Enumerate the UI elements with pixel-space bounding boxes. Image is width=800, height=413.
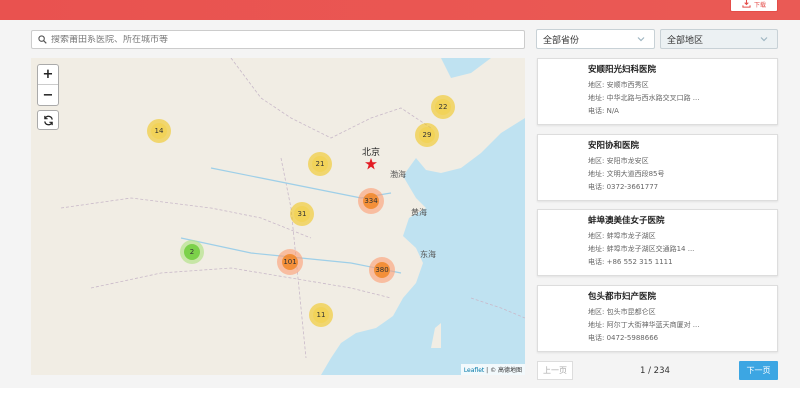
hospital-phone: 电话: +86 552 315 1111 [588,258,673,266]
download-icon [742,0,751,8]
map-cluster[interactable]: 11 [309,303,333,327]
map-cluster[interactable]: 380 [369,257,395,283]
hospital-address: 地址: 阿尔丁大街神华蓝天商厦对 ... [588,321,700,329]
beijing-label: 北京 [362,148,381,158]
province-select-value: 全部省份 [543,35,580,46]
footer [0,388,800,413]
map-cluster[interactable]: 29 [415,123,439,147]
hospital-phone: 电话: N/A [588,107,619,115]
hospital-name: 安阳协和医院 [588,141,640,151]
cluster-count: 101 [282,254,298,270]
cluster-count: 31 [294,206,310,222]
chevron-down-icon [637,37,645,42]
hospital-phone: 电话: 0372-3661777 [588,183,659,191]
next-page-button[interactable]: 下一页 [739,361,778,380]
bohai-label: 渤海 [390,170,406,179]
map-cluster[interactable]: 22 [431,95,455,119]
hospital-name: 包头都市妇产医院 [588,292,657,302]
cluster-count: 29 [419,127,435,143]
province-select[interactable]: 全部省份 [536,29,655,49]
hospital-card[interactable]: 安阳协和医院 地区: 安阳市龙安区 地址: 文明大道西段85号 电话: 0372… [537,134,778,201]
zoom-control: + − [37,64,59,106]
hospital-district: 地区: 安阳市龙安区 [588,157,649,165]
cluster-count: 22 [435,99,451,115]
map-view[interactable]: + − 北京 渤海 黄海 东海 14 22 29 21 334 31 2 101… [31,58,525,375]
hospital-card[interactable]: 蚌埠澳美佳女子医院 地区: 蚌埠市龙子湖区 地址: 蚌埠市龙子湖区交通路14 .… [537,209,778,276]
cluster-count: 380 [374,262,390,278]
hospital-name: 蚌埠澳美佳女子医院 [588,216,665,226]
hospital-card[interactable]: 包头都市妇产医院 地区: 包头市昆都仑区 地址: 阿尔丁大街神华蓝天商厦对 ..… [537,285,778,352]
map-cluster[interactable]: 334 [358,188,384,214]
attribution-text: | © 高德地图 [484,367,522,374]
map-cluster[interactable]: 31 [290,202,314,226]
hospital-name: 安顺阳光妇科医院 [588,65,657,75]
zoom-in-button[interactable]: + [38,65,58,85]
hospital-district: 地区: 包头市昆都仑区 [588,308,656,316]
leaflet-link[interactable]: Leaflet [464,367,484,374]
prev-page-button[interactable]: 上一页 [537,361,573,380]
cluster-count: 2 [184,244,200,260]
cluster-count: 334 [363,193,379,209]
download-button[interactable]: 下载 [730,0,778,12]
huanghai-label: 黄海 [411,208,427,217]
capital-star-icon [365,158,377,170]
region-select-value: 全部地区 [667,35,704,46]
hospital-phone: 电话: 0472-5988666 [588,334,659,342]
map-cluster[interactable]: 21 [308,152,332,176]
download-label: 下载 [753,1,766,9]
hospital-address: 地址: 文明大道西段85号 [588,170,665,178]
hospital-card[interactable]: 安顺阳光妇科医院 地区: 安顺市西秀区 地址: 中华北路与西水路交叉口路 ...… [537,58,778,125]
map-cluster[interactable]: 14 [147,119,171,143]
map-attribution: Leaflet | © 高德地图 [460,364,525,375]
refresh-icon [43,115,53,125]
cluster-count: 21 [312,156,328,172]
hospital-address: 地址: 中华北路与西水路交叉口路 ... [588,94,700,102]
search-box[interactable] [31,30,525,49]
donghai-label: 东海 [420,250,436,259]
hospital-address: 地址: 蚌埠市龙子湖区交通路14 ... [588,245,695,253]
map-cluster[interactable]: 2 [180,240,204,264]
cluster-count: 14 [151,123,167,139]
map-cluster[interactable]: 101 [277,249,303,275]
page-indicator: 1 / 234 [640,366,670,376]
top-header-bar: 下载 [0,0,800,20]
refresh-button[interactable] [37,110,59,130]
hospital-district: 地区: 蚌埠市龙子湖区 [588,232,656,240]
search-input[interactable] [51,34,511,45]
zoom-out-button[interactable]: − [38,85,58,105]
region-select[interactable]: 全部地区 [660,29,778,49]
cluster-count: 11 [313,307,329,323]
search-icon [38,35,47,44]
chevron-down-icon [760,37,768,42]
hospital-district: 地区: 安顺市西秀区 [588,81,649,89]
